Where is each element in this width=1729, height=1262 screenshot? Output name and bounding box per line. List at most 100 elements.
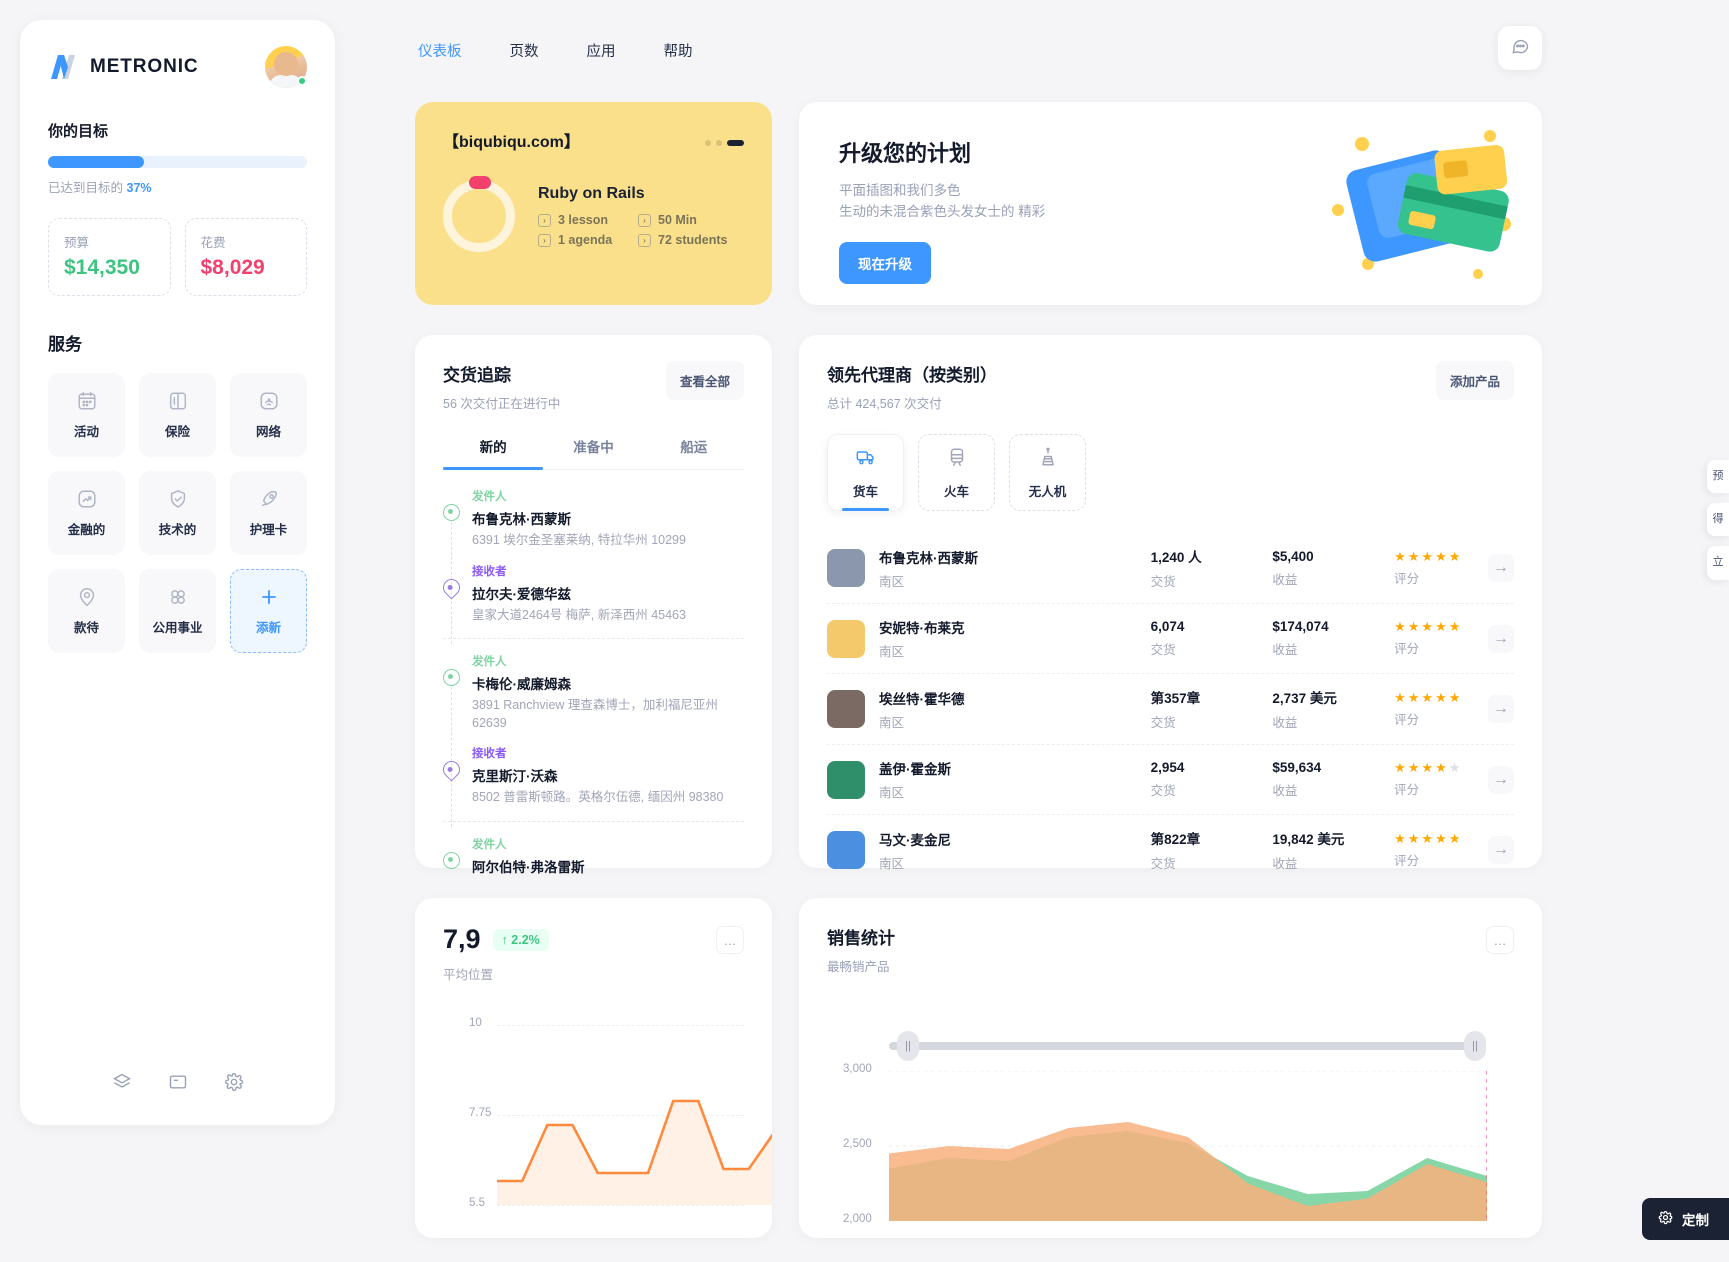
slider-track[interactable] xyxy=(889,1042,1486,1050)
shield-check-icon xyxy=(167,488,189,510)
slider-handle-left[interactable]: || xyxy=(897,1031,919,1061)
service-tile-3[interactable]: 金融的 xyxy=(48,471,125,555)
stat-budget-label: 预算 xyxy=(64,236,90,250)
table-row[interactable]: 安妮特·布莱克 南区 6,074 交货 $174,074 收益 ★ ★ ★ ★ ★ 评分 → xyxy=(827,604,1514,674)
gear-icon xyxy=(1658,1210,1673,1228)
service-tile-1[interactable]: 保险 xyxy=(139,373,216,457)
promo-pagination[interactable] xyxy=(705,140,744,146)
area-series-orange xyxy=(889,1122,1487,1221)
agent-stars: ★ ★ ★ ★ ★ xyxy=(1394,550,1488,563)
agent-detail-arrow-button[interactable]: → xyxy=(1487,554,1514,582)
service-tile-5[interactable]: 护理卡 xyxy=(230,471,307,555)
sales-range-slider[interactable]: || || xyxy=(827,1031,1514,1061)
avatar[interactable] xyxy=(265,46,307,88)
promo-dot-active[interactable] xyxy=(727,140,744,146)
upgrade-now-button[interactable]: 现在升级 xyxy=(839,241,931,284)
table-row[interactable]: 马文·麦金尼 南区 第822章 交货 19,842 美元 收益 ★ ★ ★ ★ ★ 评分 → xyxy=(827,815,1514,885)
table-row[interactable]: 布鲁克林·西蒙斯 南区 1,240 人交货 $5,400 收益 ★ ★ ★ ★ ★ 评分 → xyxy=(827,533,1514,604)
delivery-entry-name: 卡梅伦·威廉姆森 xyxy=(472,677,571,692)
rail-tab-2[interactable]: 立 xyxy=(1707,546,1729,580)
nav-item-3[interactable]: 帮助 xyxy=(656,36,701,65)
customize-button[interactable]: 定制 xyxy=(1642,1198,1729,1240)
agent-name: 盖伊·霍金斯 xyxy=(879,762,951,777)
wifi-icon xyxy=(258,390,280,412)
nav-item-2[interactable]: 应用 xyxy=(579,36,624,65)
sales-menu-button[interactable]: … xyxy=(1486,926,1514,954)
promo-dot-1[interactable] xyxy=(705,140,711,146)
service-tile-4[interactable]: 技术的 xyxy=(139,471,216,555)
service-tile-label: 活动 xyxy=(73,425,99,439)
agent-delivery-cell: 6,074 交货 xyxy=(1151,619,1273,658)
view-all-button[interactable]: 查看全部 xyxy=(665,361,744,400)
agent-delivery-value: 2,954 xyxy=(1150,760,1185,775)
budget-stats: 预算 $14,350 花费 $8,029 xyxy=(48,218,307,296)
rail-tab-1[interactable]: 得 xyxy=(1707,503,1729,537)
agent-identity: 安妮特·布莱克 南区 xyxy=(879,617,1151,660)
chevron-right-icon: › xyxy=(538,233,551,247)
delivery-tab-1[interactable]: 准备中 xyxy=(543,436,643,469)
delivery-entry[interactable]: 发件人 布鲁克林·西蒙斯 6391 埃尔金圣塞莱纳, 特拉华州 10299 xyxy=(443,488,744,550)
average-position-menu-button[interactable]: … xyxy=(716,926,744,954)
delivery-entry[interactable]: 发件人 阿尔伯特·弗洛雷斯 xyxy=(443,836,744,876)
service-tile-6[interactable]: 款待 xyxy=(48,569,125,653)
chat-button[interactable] xyxy=(1498,26,1542,70)
agent-name: 布鲁克林·西蒙斯 xyxy=(879,550,978,566)
agent-avatar xyxy=(827,760,865,799)
delivery-group: 发件人 卡梅伦·威廉姆森 3891 Ranchview 理查森博士，加利福尼亚州 6… xyxy=(439,653,744,827)
agent-detail-arrow-button[interactable]: → xyxy=(1487,624,1514,653)
nav-item-0[interactable]: 仪表板 xyxy=(410,36,470,65)
mode-tile-1[interactable]: 火车 xyxy=(918,434,995,511)
agent-rating-cell: ★ ★ ★ ★ ★ 评分 xyxy=(1394,761,1488,798)
layers-icon[interactable] xyxy=(112,1072,132,1097)
table-row[interactable]: 埃丝特·霍华德 南区 第357章 交货 2,737 美元 收益 ★ ★ ★ ★ ★ 评分 → xyxy=(827,674,1514,745)
star-3: ★ xyxy=(1435,548,1447,564)
agent-detail-arrow-button[interactable]: → xyxy=(1487,765,1514,794)
star-0: ★ xyxy=(1394,548,1406,564)
rail-tab-0[interactable]: 预 xyxy=(1707,460,1729,494)
agent-avatar xyxy=(827,690,865,728)
plus-icon xyxy=(258,586,280,608)
delivery-entry-body: 发件人 卡梅伦·威廉姆森 3891 Ranchview 理查森博士，加利福尼亚州 6… xyxy=(472,653,744,732)
delivery-tab-0[interactable]: 新的 xyxy=(443,436,544,470)
goal-title: 你的目标 xyxy=(48,123,109,140)
delivery-entry[interactable]: 接收者 拉尔夫·爱德华兹 皇家大道2464号 梅萨, 新泽西州 45463 xyxy=(439,563,744,625)
delivery-entry[interactable]: 发件人 卡梅伦·威廉姆森 3891 Ranchview 理查森博士，加利福尼亚州 6… xyxy=(443,653,744,732)
nav-item-1[interactable]: 页数 xyxy=(502,36,547,65)
service-tile-7[interactable]: 公用事业 xyxy=(139,569,216,653)
sender-dot-icon xyxy=(443,851,460,869)
grid-line xyxy=(497,1205,744,1206)
delivery-entry[interactable]: 接收者 克里斯汀·沃森 8502 普雷斯顿路。英格尔伍德, 缅因州 98380 xyxy=(439,745,744,807)
star-3: ★ xyxy=(1435,760,1447,775)
table-row[interactable]: 盖伊·霍金斯 南区 2,954 交货 $59,634 收益 ★ ★ ★ ★ ★ 评分 → xyxy=(827,745,1514,815)
notes-icon[interactable] xyxy=(168,1072,188,1097)
delivery-tab-2[interactable]: 船运 xyxy=(644,436,744,469)
promo-dot-2[interactable] xyxy=(716,140,722,146)
stat-spent-value: $8,029 xyxy=(200,256,265,279)
agent-detail-arrow-button[interactable]: → xyxy=(1487,836,1514,864)
agent-delivery-value: 第357章 xyxy=(1150,691,1201,706)
mode-tile-2[interactable]: 无人机 xyxy=(1009,434,1086,511)
agent-delivery-caption: 交货 xyxy=(1150,575,1176,589)
service-tile-0[interactable]: 活动 xyxy=(48,373,125,457)
brand[interactable]: METRONIC xyxy=(48,53,199,81)
service-tile-8[interactable]: 添新 xyxy=(230,569,307,653)
mode-tile-0[interactable]: 货车 xyxy=(827,434,904,511)
agent-avatar xyxy=(827,831,865,869)
service-tile-2[interactable]: 网络 xyxy=(230,373,307,457)
agent-detail-arrow-button[interactable]: → xyxy=(1487,695,1514,723)
add-product-button[interactable]: 添加产品 xyxy=(1435,361,1514,400)
star-3: ★ xyxy=(1435,830,1447,846)
y-tick-label: 10 xyxy=(469,1017,482,1029)
gear-icon[interactable] xyxy=(224,1072,244,1097)
delivery-header: 交货追踪 56 次交付正在进行中 查看全部 xyxy=(443,361,744,412)
agent-delivery-caption: 交货 xyxy=(1150,716,1176,730)
spark-svg xyxy=(497,1099,772,1205)
receiver-pin-icon xyxy=(439,757,464,782)
agent-revenue-value: $174,074 xyxy=(1272,619,1329,634)
slider-handle-right[interactable]: || xyxy=(1464,1031,1486,1061)
sender-dot-icon xyxy=(443,669,460,686)
rocket-icon xyxy=(258,488,280,510)
star-4: ★ xyxy=(1448,760,1461,775)
agent-rating-cell: ★ ★ ★ ★ ★ 评分 xyxy=(1394,832,1488,869)
book-icon xyxy=(167,390,189,412)
